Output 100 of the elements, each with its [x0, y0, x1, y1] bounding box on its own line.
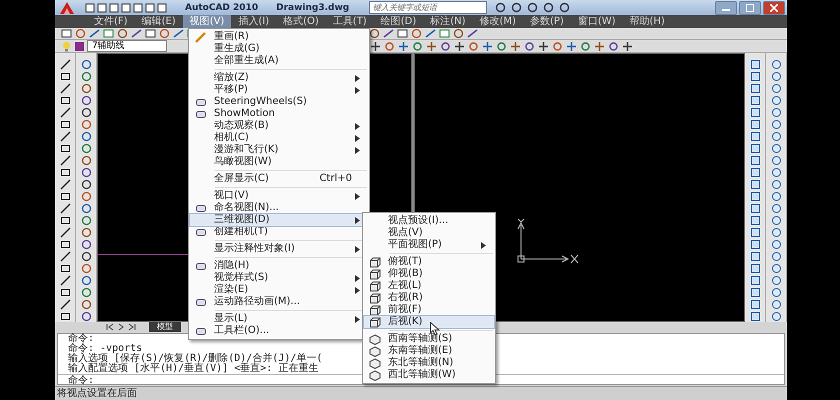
- modify-tool-icon[interactable]: [80, 107, 92, 118]
- dimension-tool-icon[interactable]: [750, 131, 760, 142]
- toolbar-tool-icon[interactable]: [383, 28, 394, 39]
- dimension-tool-icon[interactable]: [750, 263, 760, 274]
- draw-tool-icon[interactable]: [60, 227, 70, 238]
- modify-tool-icon[interactable]: [80, 287, 92, 298]
- modify-tool-icon[interactable]: [80, 119, 92, 130]
- dimension-tool-icon[interactable]: [750, 191, 760, 202]
- view-tool-icon[interactable]: [770, 287, 782, 298]
- search-field[interactable]: 键入关键字或短语: [369, 1, 488, 14]
- toolbar-tool-icon[interactable]: [440, 40, 451, 52]
- dimension-tool-icon[interactable]: [750, 227, 760, 238]
- menu-item[interactable]: 东北等轴测(N): [364, 357, 494, 369]
- modify-tool-icon[interactable]: [80, 311, 92, 322]
- draw-tool-icon[interactable]: [60, 131, 70, 142]
- menu-item[interactable]: 重画(R): [190, 31, 368, 43]
- draw-tool-icon[interactable]: [60, 275, 70, 286]
- menu-bar-item[interactable]: 文件(F): [87, 15, 135, 28]
- menu-bar-item[interactable]: 修改(M): [472, 15, 523, 28]
- draw-tool-icon[interactable]: [60, 191, 70, 202]
- draw-tool-icon[interactable]: [60, 155, 70, 166]
- menu-bar-item[interactable]: 格式(O): [276, 15, 326, 28]
- menu-item[interactable]: 平面视图(P): [364, 239, 494, 251]
- toolbar-tool-icon[interactable]: [61, 28, 72, 39]
- menu-item[interactable]: 俯视(T): [364, 256, 494, 268]
- menu-item[interactable]: 全屏显示(C) Ctrl+0: [190, 173, 368, 185]
- menu-item[interactable]: 西北等轴测(W): [364, 369, 494, 381]
- info-tool-icon[interactable]: [495, 2, 506, 13]
- toolbar-tool-icon[interactable]: [454, 40, 465, 52]
- draw-tool-icon[interactable]: [60, 215, 70, 226]
- menu-bar-item[interactable]: 帮助(H): [622, 15, 672, 28]
- view-tool-icon[interactable]: [770, 143, 782, 154]
- menu-item[interactable]: 视口(V): [190, 190, 368, 202]
- view-tool-icon[interactable]: [770, 59, 782, 70]
- maximize-button[interactable]: [739, 0, 761, 14]
- dimension-tool-icon[interactable]: [750, 179, 760, 190]
- toolbar-tool-icon[interactable]: [397, 28, 408, 39]
- layout-tab[interactable]: 模型: [149, 322, 181, 332]
- toolbar-tool-icon[interactable]: [145, 28, 156, 39]
- modify-tool-icon[interactable]: [80, 299, 92, 310]
- draw-tool-icon[interactable]: [60, 179, 70, 190]
- menu-item[interactable]: 视点(V): [364, 227, 494, 239]
- dimension-tool-icon[interactable]: [750, 275, 760, 286]
- info-tool-icon[interactable]: [543, 2, 554, 13]
- dimension-tool-icon[interactable]: [750, 203, 760, 214]
- menu-item[interactable]: 缩放(Z): [190, 72, 368, 84]
- dimension-tool-icon[interactable]: [750, 251, 760, 262]
- close-button[interactable]: [763, 0, 785, 14]
- view-tool-icon[interactable]: [770, 167, 782, 178]
- toolbar-tool-icon[interactable]: [467, 28, 478, 39]
- draw-tool-icon[interactable]: [60, 167, 70, 178]
- menu-item[interactable]: 命名视图(N)...: [190, 202, 368, 214]
- view-tool-icon[interactable]: [770, 215, 782, 226]
- toolbar-tool-icon[interactable]: [439, 28, 450, 39]
- menu-item[interactable]: 东南等轴测(E): [364, 345, 494, 357]
- dimension-tool-icon[interactable]: [750, 71, 760, 82]
- info-tool-icon[interactable]: [559, 2, 570, 13]
- view-tool-icon[interactable]: [770, 299, 782, 310]
- draw-tool-icon[interactable]: [60, 71, 70, 82]
- draw-tool-icon[interactable]: [60, 83, 70, 94]
- menu-item[interactable]: 全部重生成(A): [190, 55, 368, 67]
- modify-tool-icon[interactable]: [80, 167, 92, 178]
- toolbar-tool-icon[interactable]: [622, 40, 633, 52]
- dimension-tool-icon[interactable]: [750, 59, 760, 70]
- view-tool-icon[interactable]: [770, 83, 782, 94]
- modify-tool-icon[interactable]: [80, 227, 92, 238]
- menu-item[interactable]: 相机(C): [190, 132, 368, 144]
- modify-tool-icon[interactable]: [80, 263, 92, 274]
- menu-item[interactable]: 后视(K): [364, 316, 494, 328]
- menu-bar-item[interactable]: 窗口(W): [570, 15, 623, 28]
- draw-tool-icon[interactable]: [60, 107, 70, 118]
- menu-bar-item[interactable]: 编辑(E): [134, 15, 183, 28]
- menu-item[interactable]: 前视(F): [364, 304, 494, 316]
- view-tool-icon[interactable]: [770, 251, 782, 262]
- draw-tool-icon[interactable]: [60, 251, 70, 262]
- view-tool-icon[interactable]: [770, 191, 782, 202]
- dimension-tool-icon[interactable]: [750, 119, 760, 130]
- dimension-tool-icon[interactable]: [750, 167, 760, 178]
- modify-tool-icon[interactable]: [80, 59, 92, 70]
- menu-item[interactable]: 鸟瞰视图(W): [190, 156, 368, 168]
- modify-tool-icon[interactable]: [80, 155, 92, 166]
- toolbar-tool-icon[interactable]: [524, 40, 535, 52]
- dimension-tool-icon[interactable]: [750, 107, 760, 118]
- draw-tool-icon[interactable]: [60, 203, 70, 214]
- menu-bar-item[interactable]: 工具(T): [326, 15, 374, 28]
- view-tool-icon[interactable]: [770, 119, 782, 130]
- menu-bar-item[interactable]: 参数(P): [522, 15, 571, 28]
- draw-tool-icon[interactable]: [60, 311, 70, 322]
- view-tool-icon[interactable]: [770, 275, 782, 286]
- draw-tool-icon[interactable]: [60, 59, 70, 70]
- menu-bar-item[interactable]: 插入(I): [231, 15, 276, 28]
- dimension-tool-icon[interactable]: [750, 215, 760, 226]
- draw-tool-icon[interactable]: [60, 143, 70, 154]
- command-input-field[interactable]: 命令:: [58, 375, 94, 387]
- dimension-tool-icon[interactable]: [750, 95, 760, 106]
- dimension-tool-icon[interactable]: [750, 287, 760, 298]
- view-tool-icon[interactable]: [770, 131, 782, 142]
- modify-tool-icon[interactable]: [80, 143, 92, 154]
- draw-tool-icon[interactable]: [60, 287, 70, 298]
- draw-tool-icon[interactable]: [60, 119, 70, 130]
